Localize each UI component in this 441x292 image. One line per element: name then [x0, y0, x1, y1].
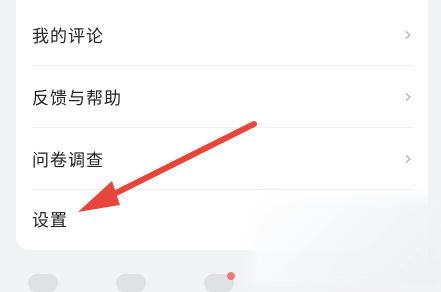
- chevron-right-icon: ›: [404, 146, 412, 170]
- bottom-tab-bar: [0, 262, 441, 292]
- chevron-right-icon: ›: [404, 22, 412, 46]
- menu-item-label: 设置: [32, 210, 68, 231]
- menu-item-my-comments[interactable]: 我的评论 ›: [32, 3, 412, 66]
- menu-item-feedback-help[interactable]: 反馈与帮助 ›: [32, 65, 412, 128]
- chevron-right-icon: ›: [404, 84, 412, 108]
- tab-icon-placeholder[interactable]: [116, 274, 146, 292]
- menu-item-survey[interactable]: 问卷调查 ›: [32, 127, 412, 190]
- menu-item-label: 问卷调查: [32, 150, 104, 171]
- menu-item-label: 我的评论: [32, 26, 104, 47]
- menu-item-label: 反馈与帮助: [32, 88, 122, 109]
- tab-icon-placeholder[interactable]: [28, 274, 58, 292]
- notification-dot: [227, 272, 235, 280]
